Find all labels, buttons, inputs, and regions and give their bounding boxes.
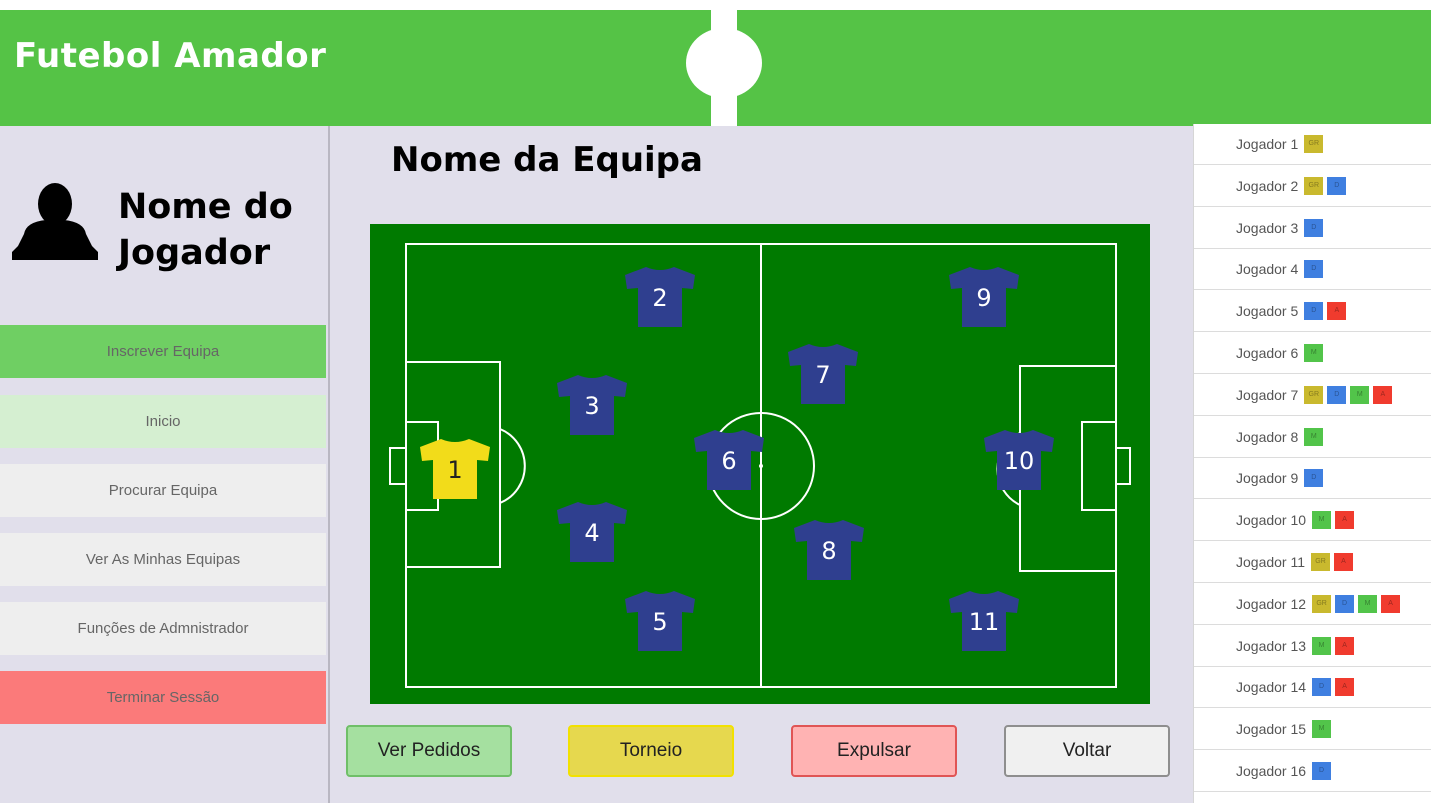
roster-player-name: Jogador 3 xyxy=(1236,219,1299,236)
position-badge-a: A xyxy=(1335,636,1355,655)
team-name: Nome da Equipa xyxy=(391,140,703,180)
football-pitch: 1 2 3 4 5 6 7 8 9 10 11 xyxy=(370,224,1150,704)
roster-player-name: Jogador 4 xyxy=(1236,261,1299,278)
position-badge-a: A xyxy=(1373,385,1393,404)
position-badge-m: M xyxy=(1304,427,1324,446)
roster-row[interactable]: Jogador 5 DA xyxy=(1194,291,1431,333)
roster-row[interactable]: Jogador 4 D xyxy=(1194,249,1431,291)
position-badge-m: M xyxy=(1312,511,1332,530)
voltar-button[interactable]: Voltar xyxy=(1004,725,1170,777)
expulsar-button[interactable]: Expulsar xyxy=(791,725,957,777)
position-badge-m: M xyxy=(1358,594,1378,613)
position-badge-d: D xyxy=(1304,302,1324,321)
torneio-button[interactable]: Torneio xyxy=(568,725,734,777)
roster-player-name: Jogador 6 xyxy=(1236,345,1299,361)
roster-row[interactable]: Jogador 15 M xyxy=(1194,709,1431,751)
position-badge-gr: GR xyxy=(1311,553,1331,571)
position-badge-a: A xyxy=(1335,678,1355,697)
roster-row[interactable]: Jogador 1 GR xyxy=(1194,124,1431,165)
roster-player-name: Jogador 12 xyxy=(1236,595,1307,612)
position-badge-m: M xyxy=(1312,636,1332,655)
roster-row[interactable]: Jogador 13 M A xyxy=(1194,626,1431,667)
position-badge-a: A xyxy=(1381,594,1401,613)
roster-player-name: Jogador 13 xyxy=(1236,637,1307,654)
ball-logo-icon xyxy=(686,28,762,98)
roster-player-name: Jogador 8 xyxy=(1236,428,1299,445)
roster-player-name: Jogador 7 xyxy=(1236,386,1299,403)
roster-row[interactable]: Jogador 7 GR D M A xyxy=(1194,375,1431,416)
position-badge-m: M xyxy=(1312,720,1332,739)
position-badge-gr: GR xyxy=(1312,594,1332,613)
roster-player-name: Jogador 1 xyxy=(1236,136,1299,152)
roster-player-name: Jogador 10 xyxy=(1236,512,1307,529)
position-badge-d: D xyxy=(1312,678,1332,697)
roster-row[interactable]: Jogador 11 GR A xyxy=(1194,542,1431,583)
position-badge-m: M xyxy=(1304,344,1324,362)
menu-terminar-sessao[interactable]: Terminar Sessão xyxy=(0,671,326,724)
ver-pedidos-button[interactable]: Ver Pedidos xyxy=(346,725,512,777)
roster-row[interactable]: Jogador 14 D A xyxy=(1194,667,1431,709)
jersey-number: 7 xyxy=(815,361,830,389)
jersey-number: 9 xyxy=(976,284,991,312)
position-badge-gr: GR xyxy=(1304,176,1324,195)
roster-row[interactable]: Jogador 8 M xyxy=(1194,417,1431,458)
roster-row[interactable]: Jogador 2 GR D xyxy=(1194,166,1431,207)
jersey-number: 10 xyxy=(1004,447,1035,475)
main-content: Nome da Equipa 1 2 3 4 5 6 7 8 9 10 11 Ver Pedidos… xyxy=(330,126,1193,803)
position-badge-d: D xyxy=(1335,594,1355,613)
app-title: Futebol Amador xyxy=(14,36,327,76)
position-badge-gr: GR xyxy=(1304,135,1324,153)
jersey-number: 11 xyxy=(969,608,1000,636)
jersey-number: 4 xyxy=(584,519,599,547)
position-badge-m: M xyxy=(1350,385,1370,404)
jersey-number: 8 xyxy=(821,537,836,565)
menu-inicio[interactable]: Inicio xyxy=(0,395,326,448)
roster-player-name: Jogador 14 xyxy=(1236,679,1307,696)
position-badge-d: D xyxy=(1304,218,1324,237)
position-badge-d: D xyxy=(1312,762,1332,780)
position-badge-a: A xyxy=(1334,553,1354,571)
menu-funcoes-admin[interactable]: Funções de Admnistrador xyxy=(0,602,326,655)
jersey-number: 5 xyxy=(652,608,667,636)
player-roster: Jogador 1 GR Jogador 2 GR D Jogador 3 D Jogador… xyxy=(1193,124,1431,803)
roster-row[interactable]: Jogador 16 D xyxy=(1194,751,1431,792)
menu-procurar-equipa[interactable]: Procurar Equipa xyxy=(0,464,326,517)
position-badge-a: A xyxy=(1335,511,1355,530)
position-badge-d: D xyxy=(1304,469,1324,488)
player-name: Nome do Jogador xyxy=(118,187,293,273)
position-badge-gr: GR xyxy=(1304,385,1324,404)
roster-player-name: Jogador 9 xyxy=(1236,470,1299,487)
roster-player-name: Jogador 16 xyxy=(1236,763,1307,779)
roster-row[interactable]: Jogador 12 GR D M A xyxy=(1194,584,1431,625)
position-badge-a: A xyxy=(1327,302,1347,321)
position-badge-d: D xyxy=(1327,176,1347,195)
position-badge-d: D xyxy=(1327,385,1347,404)
roster-player-name: Jogador 2 xyxy=(1236,177,1299,194)
roster-player-name: Jogador 15 xyxy=(1236,721,1307,738)
position-badge-d: D xyxy=(1304,260,1324,279)
jersey-number: 6 xyxy=(721,447,736,475)
roster-row[interactable]: Jogador 10 M A xyxy=(1194,500,1431,542)
menu-inscrever-equipa[interactable]: Inscrever Equipa xyxy=(0,325,326,378)
jersey-number: 3 xyxy=(584,392,599,420)
roster-row[interactable]: Jogador 6 M xyxy=(1194,333,1431,374)
jersey-number: 2 xyxy=(652,284,667,312)
menu-ver-minhas-equipas[interactable]: Ver As Minhas Equipas xyxy=(0,533,326,586)
roster-row[interactable]: Jogador 9 D xyxy=(1194,458,1431,500)
user-avatar-icon xyxy=(12,183,98,260)
roster-row[interactable]: Jogador 3 D xyxy=(1194,208,1431,249)
sidebar: Nome do Jogador Inscrever Equipa Inicio … xyxy=(0,126,330,803)
jersey-number: 1 xyxy=(447,456,462,484)
roster-player-name: Jogador 11 xyxy=(1236,554,1306,570)
top-bar: Futebol Amador xyxy=(0,10,1431,126)
roster-player-name: Jogador 5 xyxy=(1236,303,1299,320)
